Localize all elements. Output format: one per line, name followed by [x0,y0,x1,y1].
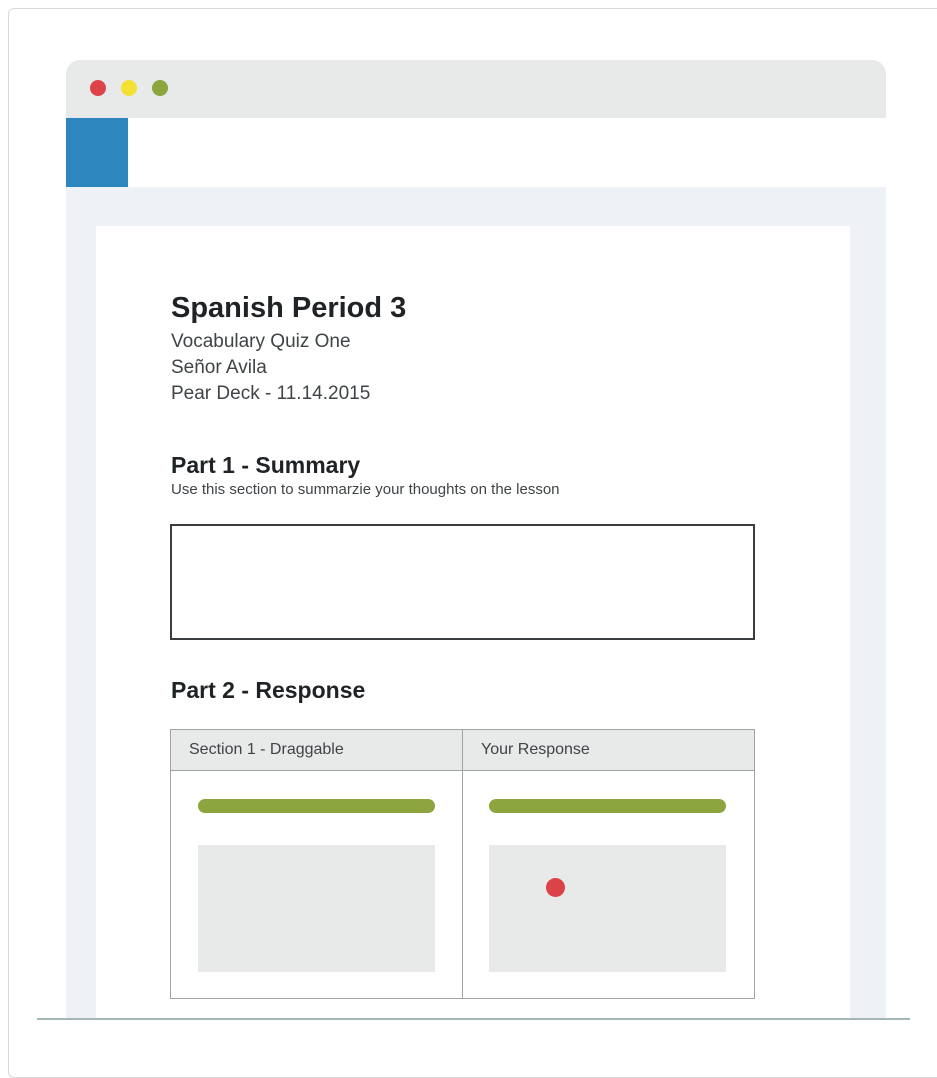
column-header-draggable: Section 1 - Draggable [189,741,344,758]
document-title: Spanish Period 3 [171,292,407,324]
part1-description: Use this section to summarzie your thoug… [171,481,560,498]
response-item-bar [489,799,726,813]
summary-textarea[interactable] [170,524,755,640]
baseline-divider [37,1018,910,1020]
app-header [66,118,886,187]
part1-title: Part 1 - Summary [171,452,361,478]
maximize-window-icon[interactable] [152,80,168,96]
column-header-response: Your Response [481,741,590,758]
document-page: Spanish Period 3 Vocabulary Quiz One Señ… [96,226,850,1018]
session-info: Pear Deck - 11.14.2015 [171,383,371,404]
part2-title: Part 2 - Response [171,677,366,703]
column-divider [462,730,463,998]
app-logo-icon[interactable] [66,118,128,187]
close-window-icon[interactable] [90,80,106,96]
draggable-area[interactable] [198,845,435,972]
draggable-item-bar[interactable] [198,799,435,813]
minimize-window-icon[interactable] [121,80,137,96]
response-marker-dot[interactable] [546,878,565,897]
response-drop-area[interactable] [489,845,726,972]
response-table: Section 1 - Draggable Your Response [170,729,755,999]
content-area: Spanish Period 3 Vocabulary Quiz One Señ… [66,187,886,1018]
window-titlebar [66,60,886,118]
quiz-name: Vocabulary Quiz One [171,331,351,352]
teacher-name: Señor Avila [171,357,267,378]
browser-window: Spanish Period 3 Vocabulary Quiz One Señ… [66,60,886,1018]
